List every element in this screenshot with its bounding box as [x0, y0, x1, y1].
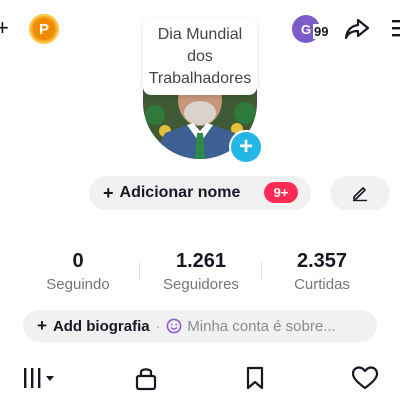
stat-likes[interactable]: 2.357 Curtidas — [267, 250, 377, 293]
tooltip-bubble: Dia Mundial dos Trabalhadores — [143, 18, 257, 95]
bio-separator: · — [155, 318, 161, 334]
heart-icon — [351, 366, 379, 390]
tab-liked[interactable] — [350, 364, 380, 392]
stat-followers-label: Seguidores — [163, 276, 239, 293]
plus-icon: + — [238, 133, 253, 160]
add-name-label: Adicionar nome — [119, 184, 241, 201]
add-bio-label: Add biografia — [52, 317, 150, 335]
bookmark-icon — [246, 366, 264, 390]
stat-following-label: Seguindo — [46, 276, 110, 293]
grid-icon — [24, 368, 54, 388]
avatar-letter: G — [300, 21, 312, 37]
name-badge: 9+ — [264, 182, 298, 203]
tooltip-text: Dia Mundial dos Trabalhadores — [148, 25, 252, 87]
stat-followers[interactable]: 1.261 Seguidores — [146, 250, 256, 293]
tab-private[interactable] — [133, 364, 159, 392]
stat-divider — [261, 262, 262, 280]
lock-icon — [135, 368, 157, 391]
add-icon[interactable]: + — [0, 16, 12, 40]
share-icon[interactable] — [343, 15, 371, 43]
stat-following[interactable]: 0 Seguindo — [23, 250, 133, 293]
smiley-icon — [166, 318, 182, 334]
points-letter: P — [33, 18, 55, 40]
add-photo-button[interactable]: + — [229, 130, 263, 164]
stat-divider — [139, 262, 140, 280]
notification-count: 99 — [313, 24, 330, 39]
stat-likes-value: 2.357 — [296, 250, 348, 272]
plus-icon: + — [37, 316, 47, 335]
menu-icon[interactable] — [392, 18, 400, 38]
edit-profile-button[interactable] — [330, 176, 390, 210]
stat-likes-label: Curtidas — [294, 276, 350, 293]
tab-saved[interactable] — [243, 364, 267, 392]
bio-placeholder: Minha conta é sobre... — [187, 317, 336, 335]
stat-followers-value: 1.261 — [175, 250, 227, 272]
add-bio-button[interactable]: + Add biografia · Minha conta é sobre... — [23, 310, 377, 342]
stat-following-value: 0 — [72, 250, 84, 272]
plus-icon: + — [103, 182, 114, 203]
points-icon[interactable]: P — [29, 14, 59, 44]
tab-videos[interactable] — [22, 364, 58, 392]
pencil-icon — [353, 187, 367, 202]
